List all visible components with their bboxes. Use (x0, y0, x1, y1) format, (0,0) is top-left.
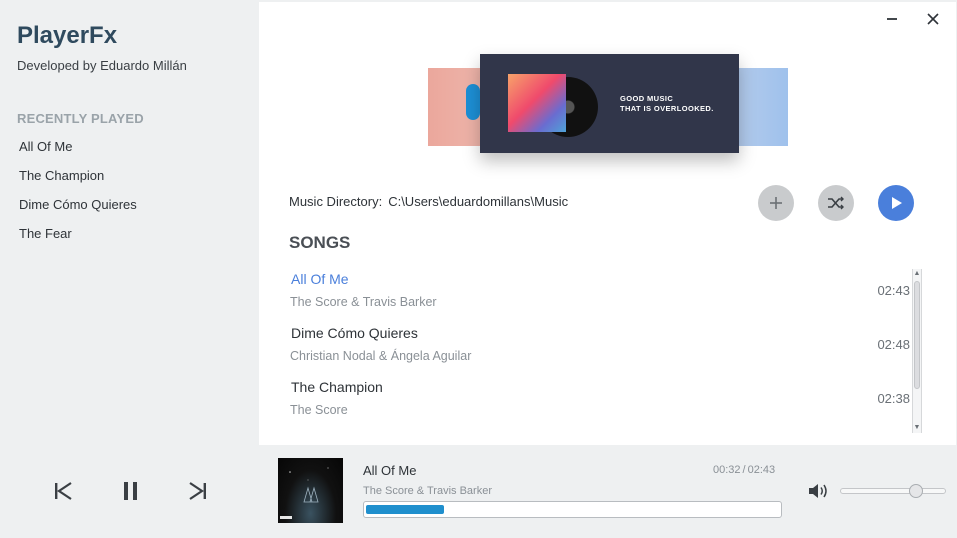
song-duration: 02:48 (877, 337, 910, 352)
volume-button[interactable] (808, 482, 830, 500)
song-artist: The Score & Travis Barker (290, 295, 437, 309)
playback-time: 00:32/02:43 (713, 464, 776, 476)
recent-item-the-champion[interactable]: The Champion (19, 168, 137, 197)
music-directory-label: Music Directory: (289, 194, 383, 209)
banner-line-1: GOOD MUSIC (620, 94, 674, 103)
song-duration: 02:38 (877, 391, 910, 406)
close-icon (927, 13, 939, 25)
close-button[interactable] (924, 10, 942, 28)
recently-played-list: All Of Me The Champion Dime Cómo Quieres… (19, 139, 137, 255)
song-list-scrollbar[interactable]: ▲ ▼ (912, 269, 922, 433)
total-time: 02:43 (747, 464, 776, 476)
song-title: The Champion (291, 379, 383, 395)
music-directory-path: C:\Users\eduardomillans\Music (388, 194, 569, 209)
volume-slider[interactable] (840, 488, 946, 494)
now-playing-artist: The Score & Travis Barker (363, 485, 492, 497)
song-artist: Christian Nodal & Ángela Aguilar (290, 349, 472, 363)
recent-item-the-fear[interactable]: The Fear (19, 226, 137, 255)
play-icon (892, 197, 902, 209)
progress-bar[interactable] (363, 501, 782, 518)
scroll-down-icon[interactable]: ▼ (913, 423, 921, 433)
now-playing-title: All Of Me (363, 463, 417, 478)
recently-played-heading: RECENTLY PLAYED (17, 111, 144, 126)
previous-button[interactable] (53, 481, 73, 501)
minimize-button[interactable] (883, 10, 901, 28)
main-panel: GOOD MUSIC THAT IS OVERLOOKED. Music Dir… (259, 2, 956, 445)
song-row[interactable]: The Champion The Score 02:38 (289, 376, 910, 430)
skip-previous-icon (55, 482, 72, 500)
song-title: Dime Cómo Quieres (291, 325, 418, 341)
next-button[interactable] (188, 481, 208, 501)
pause-button[interactable] (121, 481, 141, 501)
shuffle-icon (828, 196, 844, 210)
headphone-cap (466, 84, 480, 120)
pause-icon (124, 482, 137, 500)
skip-next-icon (189, 482, 206, 500)
now-playing-cover (278, 458, 343, 523)
scrollbar-thumb[interactable] (914, 281, 920, 389)
play-button[interactable] (878, 185, 914, 221)
plus-icon (770, 197, 782, 209)
banner-line-2: THAT IS OVERLOOKED. (620, 104, 714, 113)
shuffle-button[interactable] (818, 185, 854, 221)
song-list: All Of Me The Score & Travis Barker 02:4… (289, 268, 910, 430)
app-title: PlayerFx (17, 22, 118, 49)
player-bar: All Of Me The Score & Travis Barker 00:3… (0, 445, 957, 538)
recent-item-all-of-me[interactable]: All Of Me (19, 139, 137, 168)
music-directory: Music Directory: C:\Users\eduardomillans\… (289, 194, 568, 209)
add-button[interactable] (758, 185, 794, 221)
scroll-up-icon[interactable]: ▲ (913, 269, 921, 279)
recent-item-dime-como-quieres[interactable]: Dime Cómo Quieres (19, 197, 137, 226)
banner-image: GOOD MUSIC THAT IS OVERLOOKED. (428, 40, 808, 172)
progress-fill (366, 505, 444, 514)
minimize-icon (887, 18, 897, 20)
banner-text: GOOD MUSIC THAT IS OVERLOOKED. (620, 94, 714, 114)
sidebar: PlayerFx Developed by Eduardo Millán REC… (0, 0, 259, 445)
song-row[interactable]: All Of Me The Score & Travis Barker 02:4… (289, 268, 910, 322)
song-duration: 02:43 (877, 283, 910, 298)
song-row[interactable]: Dime Cómo Quieres Christian Nodal & Ánge… (289, 322, 910, 376)
album-art (508, 74, 566, 132)
elapsed-time: 00:32 (713, 464, 741, 476)
song-title: All Of Me (291, 271, 349, 287)
volume-slider-thumb[interactable] (909, 484, 923, 498)
volume-icon (809, 484, 827, 498)
song-artist: The Score (290, 403, 348, 417)
app-subtitle: Developed by Eduardo Millán (17, 58, 187, 73)
banner-card: GOOD MUSIC THAT IS OVERLOOKED. (480, 54, 739, 153)
cover-artwork-icon (280, 467, 329, 519)
songs-heading: SONGS (289, 233, 351, 252)
